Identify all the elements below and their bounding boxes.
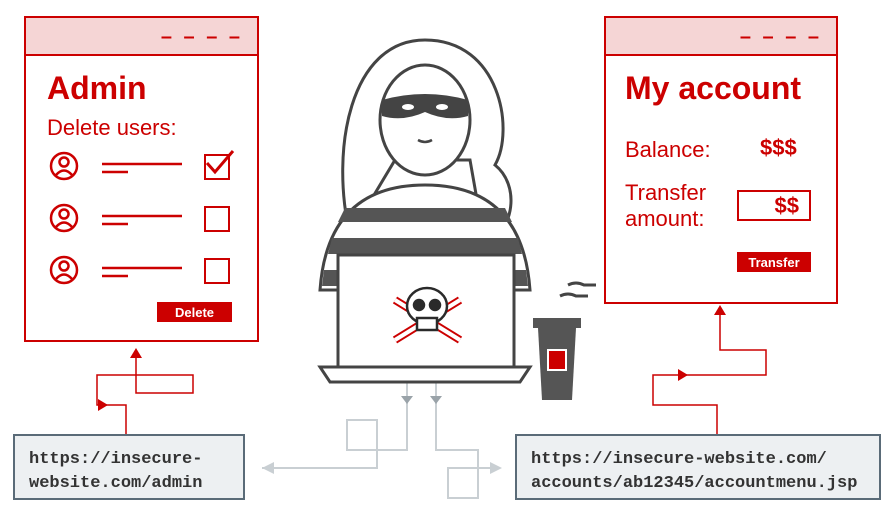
arrow-right-icon: [98, 399, 108, 411]
account-url-box[interactable]: https://insecure-website.com/ accounts/a…: [515, 434, 881, 500]
admin-url-line1: https://insecure-: [29, 450, 203, 469]
account-url-line1: https://insecure-website.com/: [531, 450, 827, 469]
account-url-line2: accounts/ab12345/accountmenu.jsp: [531, 474, 858, 493]
admin-url-box[interactable]: https://insecure- website.com/admin: [13, 434, 245, 500]
arrow-right-icon: [678, 369, 688, 381]
admin-url-line2: website.com/admin: [29, 474, 203, 493]
arrow-up-icon: [714, 305, 726, 315]
arrow-up-icon: [130, 348, 142, 358]
